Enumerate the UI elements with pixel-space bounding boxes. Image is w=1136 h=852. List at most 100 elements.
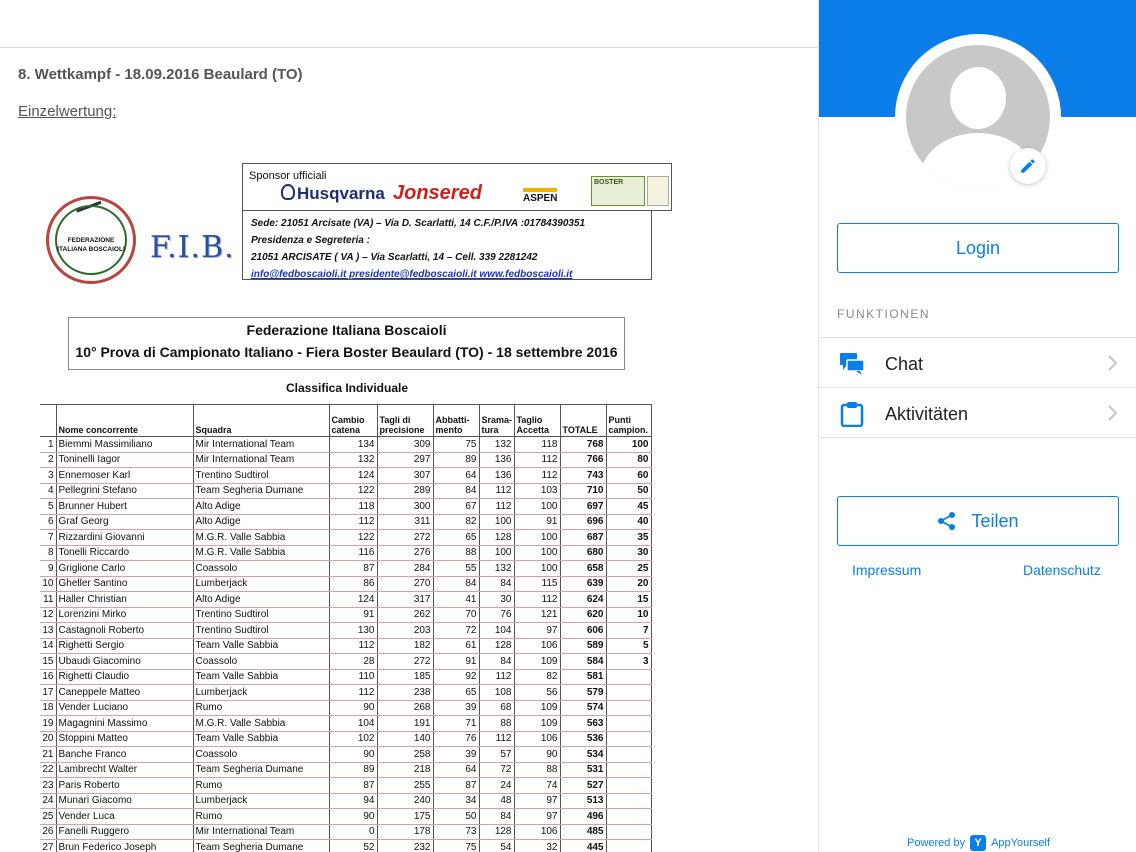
table-cell: 639 bbox=[559, 575, 607, 592]
table-cell bbox=[605, 715, 652, 732]
table-cell: 624 bbox=[559, 591, 607, 608]
table-cell: 91 bbox=[328, 606, 378, 623]
table-cell: 84 bbox=[478, 575, 515, 592]
table-cell: Lorenzini Mirko bbox=[55, 606, 194, 623]
table-cell: 178 bbox=[376, 823, 434, 840]
menu-item-chat[interactable]: Chat bbox=[819, 338, 1136, 388]
table-cell: Lumberjack bbox=[192, 684, 330, 701]
table-cell: 255 bbox=[376, 777, 434, 794]
table-row: 22 Lambrecht Walter Team Segheria Dumane 89… bbox=[40, 761, 652, 778]
table-cell: 71 bbox=[432, 715, 480, 732]
table-cell: 574 bbox=[559, 699, 607, 716]
share-button[interactable]: Teilen bbox=[837, 496, 1119, 546]
table-cell: 4 bbox=[40, 482, 57, 499]
table-cell: 268 bbox=[376, 699, 434, 716]
table-cell: 103 bbox=[513, 482, 561, 499]
table-cell: Alto Adige bbox=[192, 498, 330, 515]
header-divider bbox=[0, 47, 818, 48]
table-cell: 18 bbox=[40, 699, 57, 716]
table-cell: 112 bbox=[478, 498, 515, 515]
table-cell: 513 bbox=[559, 792, 607, 809]
table-row: 26 Fanelli Ruggero Mir International Team 0… bbox=[40, 823, 652, 840]
table-cell: 54 bbox=[478, 839, 515, 852]
table-cell: Alto Adige bbox=[192, 591, 330, 608]
table-cell: 25 bbox=[40, 808, 57, 825]
table-body: 1 Biemmi Massimiliano Mir International Te… bbox=[40, 436, 652, 852]
table-row: 4 Pellegrini Stefano Team Segheria Dumane 1… bbox=[40, 482, 652, 499]
login-button[interactable]: Login bbox=[837, 223, 1119, 273]
table-cell: Mir International Team bbox=[192, 436, 330, 453]
table-cell: 536 bbox=[559, 730, 607, 747]
table-cell: 84 bbox=[432, 482, 480, 499]
table-row: 5 Brunner Hubert Alto Adige 118 300 67 112 100 6… bbox=[40, 498, 652, 515]
address-box: Sede: 21051 Arcisate (VA) – Via D. Scarl… bbox=[242, 210, 652, 280]
table-cell: Coassolo bbox=[192, 653, 330, 670]
husqvarna-crown-icon bbox=[281, 184, 295, 200]
menu-item-aktivitaeten[interactable]: Aktivitäten bbox=[819, 388, 1136, 438]
powered-by-footer[interactable]: Powered by Y AppYourself bbox=[907, 835, 1050, 851]
table-cell bbox=[605, 823, 652, 840]
table-cell: 136 bbox=[478, 451, 515, 468]
table-cell: 84 bbox=[432, 575, 480, 592]
table-cell: 680 bbox=[559, 544, 607, 561]
table-cell: Stoppini Matteo bbox=[55, 730, 194, 747]
table-cell: Graf Georg bbox=[55, 513, 194, 530]
table-cell: Trentino Sudtirol bbox=[192, 467, 330, 484]
table-cell: 8 bbox=[40, 544, 57, 561]
table-cell: 88 bbox=[432, 544, 480, 561]
table-cell: Tonelli Riccardo bbox=[55, 544, 194, 561]
table-cell: M.G.R. Valle Sabbia bbox=[192, 529, 330, 546]
table-cell: 92 bbox=[432, 668, 480, 685]
impressum-link[interactable]: Impressum bbox=[852, 562, 921, 578]
table-cell: 191 bbox=[376, 715, 434, 732]
table-cell: 7 bbox=[605, 622, 652, 639]
column-header: Srama- tura bbox=[478, 404, 515, 437]
table-row: 27 Brun Federico Joseph Team Segheria Duma… bbox=[40, 839, 652, 852]
table-cell: Trentino Sudtirol bbox=[192, 606, 330, 623]
table-row: 12 Lorenzini Mirko Trentino Sudtirol 91 262 7… bbox=[40, 606, 652, 623]
table-cell: 100 bbox=[513, 529, 561, 546]
datenschutz-link[interactable]: Datenschutz bbox=[1023, 562, 1101, 578]
table-cell: M.G.R. Valle Sabbia bbox=[192, 715, 330, 732]
table-cell: 527 bbox=[559, 777, 607, 794]
table-cell: 185 bbox=[376, 668, 434, 685]
seal-text: FEDERAZIONE ITALIANA BOSCAIOLI bbox=[55, 205, 127, 275]
table-cell: 531 bbox=[559, 761, 607, 778]
table-cell: 606 bbox=[559, 622, 607, 639]
table-cell: 3 bbox=[40, 467, 57, 484]
table-cell: Rizzardini Giovanni bbox=[55, 529, 194, 546]
table-cell: 766 bbox=[559, 451, 607, 468]
table-cell: 34 bbox=[432, 792, 480, 809]
table-cell: 89 bbox=[328, 761, 378, 778]
table-row: 7 Rizzardini Giovanni M.G.R. Valle Sabbia 1… bbox=[40, 529, 652, 546]
table-cell: Righetti Sergio bbox=[55, 637, 194, 654]
table-cell: 76 bbox=[478, 606, 515, 623]
edit-avatar-button[interactable] bbox=[1010, 148, 1046, 184]
table-row: 18 Vender Luciano Rumo 90 268 39 68 109 574 bbox=[40, 699, 652, 716]
table-cell: 118 bbox=[513, 436, 561, 453]
table-cell: 134 bbox=[328, 436, 378, 453]
table-row: 2 Toninelli Iagor Mir International Team 13… bbox=[40, 451, 652, 468]
table-cell: 106 bbox=[513, 823, 561, 840]
table-cell: 258 bbox=[376, 746, 434, 763]
table-cell: 90 bbox=[328, 699, 378, 716]
column-header: TOTALE bbox=[559, 404, 607, 437]
table-cell: 72 bbox=[478, 761, 515, 778]
fib-logo: F.I.B. bbox=[150, 230, 235, 265]
table-cell: 57 bbox=[478, 746, 515, 763]
table-cell: 132 bbox=[478, 436, 515, 453]
table-cell: 32 bbox=[513, 839, 561, 852]
table-cell: 581 bbox=[559, 668, 607, 685]
table-row: 6 Graf Georg Alto Adige 112 311 82 100 91 696 40 bbox=[40, 513, 652, 530]
table-cell: 10 bbox=[40, 575, 57, 592]
table-row: 9 Griglione Carlo Coassolo 87 284 55 132 100 658… bbox=[40, 560, 652, 577]
address-line: Sede: 21051 Arcisate (VA) – Via D. Scarl… bbox=[251, 218, 586, 229]
table-cell: 27 bbox=[40, 839, 57, 852]
table-cell: 106 bbox=[513, 730, 561, 747]
table-cell: 140 bbox=[376, 730, 434, 747]
table-cell: Alto Adige bbox=[192, 513, 330, 530]
table-cell: 136 bbox=[478, 467, 515, 484]
table-cell: 300 bbox=[376, 498, 434, 515]
table-cell: 100 bbox=[513, 544, 561, 561]
table-cell bbox=[605, 699, 652, 716]
